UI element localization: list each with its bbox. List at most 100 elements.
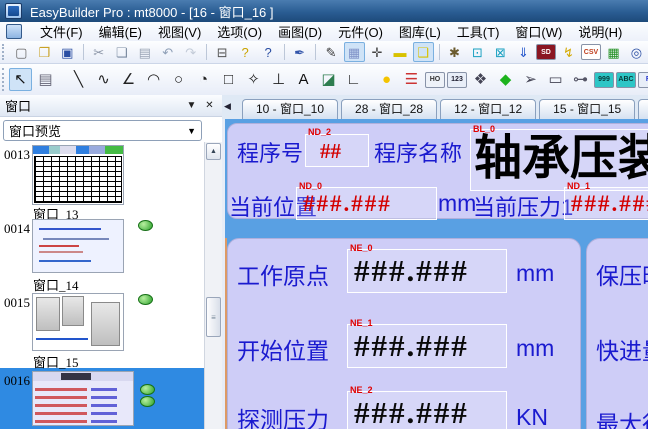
menu-view[interactable]: 视图(V) bbox=[150, 21, 209, 42]
option-list-icon[interactable]: ➢ bbox=[519, 68, 542, 91]
macro-editor-icon[interactable]: ↯ bbox=[558, 42, 579, 62]
open-file-icon[interactable]: ❒ bbox=[34, 42, 55, 62]
current-pressure-value: ###.### bbox=[571, 191, 648, 217]
window-thumbnail[interactable] bbox=[32, 145, 124, 205]
undo-icon[interactable]: ↶ bbox=[157, 42, 178, 62]
design-canvas[interactable]: 程序号 ND_2 ## 程序名称 BL_0 轴承压装机 当前位置 ND_0 ##… bbox=[222, 119, 648, 429]
thumb-text-line bbox=[39, 251, 83, 253]
polyline-tool-icon[interactable]: ∠ bbox=[117, 68, 140, 91]
line-tool-icon[interactable]: ╲ bbox=[67, 68, 90, 91]
arc-tool-icon[interactable]: ◠ bbox=[142, 68, 165, 91]
snap-center-icon[interactable]: ✛ bbox=[367, 42, 388, 62]
bit-lamp-icon[interactable]: ● bbox=[375, 68, 398, 91]
project-viewer-icon[interactable]: ◎ bbox=[626, 42, 647, 62]
layered-windows-icon[interactable]: ❑ bbox=[413, 42, 434, 62]
window-thumbnail[interactable] bbox=[32, 219, 124, 273]
tab-window-12[interactable]: 12 - 窗口_12 bbox=[440, 99, 536, 119]
numeric-display-icon[interactable]: 999 bbox=[594, 72, 614, 88]
menu-edit[interactable]: 编辑(E) bbox=[91, 21, 150, 42]
menu-tool[interactable]: 工具(T) bbox=[449, 21, 508, 42]
ellipse-tool-icon[interactable]: ○ bbox=[167, 68, 190, 91]
tab-window-15[interactable]: 15 - 窗口_15 bbox=[539, 99, 635, 119]
current-pressure-field[interactable]: ###.### bbox=[564, 187, 648, 220]
title-bar[interactable]: EasyBuilder Pro : mt8000 - [16 - 窗口_16 ] bbox=[0, 0, 648, 23]
close-icon[interactable]: ✕ bbox=[202, 98, 217, 113]
picture-tool-icon[interactable]: ◪ bbox=[317, 68, 340, 91]
toolbar-grip[interactable] bbox=[2, 68, 4, 91]
save-file-icon[interactable]: ▣ bbox=[57, 42, 78, 62]
online-simulation-icon[interactable]: ⊡ bbox=[467, 42, 488, 62]
rectangle-tool-icon[interactable]: □ bbox=[217, 68, 240, 91]
text-tool-icon[interactable]: A bbox=[292, 68, 315, 91]
tab-scroll-left-icon[interactable]: ◀ bbox=[224, 101, 231, 112]
menu-library[interactable]: 图库(L) bbox=[391, 21, 449, 42]
tab-window-18[interactable]: 18 - 窗口_18 bbox=[638, 99, 648, 119]
program-no-field[interactable]: ## bbox=[305, 134, 369, 167]
thumb-photos bbox=[33, 294, 123, 350]
object-properties-icon[interactable]: ▤ bbox=[34, 68, 57, 91]
context-help-icon[interactable]: ? bbox=[258, 42, 279, 62]
recipe-csv-icon[interactable]: CSV bbox=[581, 44, 601, 60]
tab-window-10[interactable]: 10 - 窗口_10 bbox=[242, 99, 338, 119]
window-object-icon[interactable]: ▬ bbox=[390, 42, 411, 62]
pie-tool-icon[interactable]: ◔ bbox=[192, 68, 215, 91]
toolbar-grip[interactable] bbox=[2, 44, 6, 61]
word-lamp-icon[interactable]: ☰ bbox=[400, 68, 423, 91]
moving-shape-icon[interactable]: ◆ bbox=[494, 68, 517, 91]
tab-window-28[interactable]: 28 - 窗口_28 bbox=[341, 99, 437, 119]
current-position-field[interactable]: ###.### bbox=[296, 187, 437, 220]
print-icon[interactable]: ⊟ bbox=[212, 42, 233, 62]
sd-card-icon[interactable]: SD bbox=[536, 44, 556, 60]
scale-tool-icon[interactable]: ⊥ bbox=[267, 68, 290, 91]
panel-header[interactable]: 窗口 ▼ ✕ bbox=[0, 95, 222, 117]
menu-option[interactable]: 选项(O) bbox=[209, 21, 270, 42]
sidebar-scrollbar[interactable]: ▲ ≡ bbox=[204, 142, 222, 429]
param-label: 保压时间 bbox=[596, 257, 648, 291]
chevron-down-icon[interactable]: ▼ bbox=[184, 98, 199, 113]
param-field[interactable]: ###.### bbox=[347, 391, 507, 429]
copy-icon[interactable]: ❏ bbox=[111, 42, 132, 62]
paste-icon[interactable]: ▤ bbox=[134, 42, 155, 62]
window-thumbnail[interactable] bbox=[32, 371, 134, 426]
bezier-tool-icon[interactable]: ∿ bbox=[92, 68, 115, 91]
polygon-tool-icon[interactable]: ✧ bbox=[242, 68, 265, 91]
pen-style-icon[interactable]: ✎ bbox=[321, 42, 342, 62]
window-bar-icon[interactable]: ▭ bbox=[544, 68, 567, 91]
scroll-up-button[interactable]: ▲ bbox=[206, 143, 221, 160]
numeric-input-icon[interactable]: 123 bbox=[447, 72, 467, 88]
tag-library-icon[interactable]: ✒ bbox=[289, 42, 310, 62]
redo-icon[interactable]: ↷ bbox=[180, 42, 201, 62]
toggle-switch-icon[interactable]: HO bbox=[425, 72, 445, 88]
menu-file[interactable]: 文件(F) bbox=[32, 21, 91, 42]
frame-tool-icon[interactable]: ∟ bbox=[342, 68, 365, 91]
menu-object[interactable]: 元件(O) bbox=[330, 21, 391, 42]
parameter-panel-right[interactable]: 保压时间 快进量 最大行程 bbox=[586, 238, 648, 429]
compile-icon[interactable]: ✱ bbox=[444, 42, 465, 62]
key-object-icon[interactable]: ⊶ bbox=[569, 68, 592, 91]
machine-title-field[interactable]: 轴承压装机 bbox=[470, 129, 648, 191]
preview-mode-dropdown[interactable]: 窗口预览 ▼ bbox=[3, 120, 202, 141]
cut-icon[interactable]: ✂ bbox=[88, 42, 109, 62]
ascii-display-icon[interactable]: ABC bbox=[616, 72, 636, 88]
param-field[interactable]: ###.### bbox=[347, 324, 507, 368]
menu-window[interactable]: 窗口(W) bbox=[507, 21, 570, 42]
download-icon[interactable]: ⇓ bbox=[513, 42, 534, 62]
function-key-icon[interactable]: F bbox=[638, 72, 648, 88]
new-file-icon[interactable]: ▢ bbox=[11, 42, 32, 62]
app-icon[interactable] bbox=[5, 3, 22, 19]
param-field[interactable]: ###.### bbox=[347, 249, 507, 293]
grid-icon[interactable]: ▦ bbox=[344, 42, 365, 62]
child-window-icon[interactable] bbox=[6, 24, 22, 39]
multi-state-switch-icon[interactable]: ❖ bbox=[469, 68, 492, 91]
recipe-table-icon[interactable]: ▦ bbox=[603, 42, 624, 62]
select-arrow-icon[interactable]: ↖ bbox=[9, 68, 32, 91]
scrollbar-thumb[interactable]: ≡ bbox=[206, 297, 221, 337]
parameter-panel-left[interactable]: 工作原点 NE_0 ###.### mm 开始位置 NE_1 ###.### m… bbox=[227, 238, 581, 429]
menu-draw[interactable]: 画图(D) bbox=[270, 21, 330, 42]
thumb-text-line bbox=[39, 245, 79, 247]
menu-help[interactable]: 说明(H) bbox=[570, 21, 630, 42]
offline-simulation-icon[interactable]: ⊠ bbox=[490, 42, 511, 62]
window-thumbnail[interactable] bbox=[32, 293, 124, 351]
about-icon[interactable]: ? bbox=[235, 42, 256, 62]
header-panel[interactable]: 程序号 ND_2 ## 程序名称 BL_0 轴承压装机 当前位置 ND_0 ##… bbox=[227, 123, 648, 219]
